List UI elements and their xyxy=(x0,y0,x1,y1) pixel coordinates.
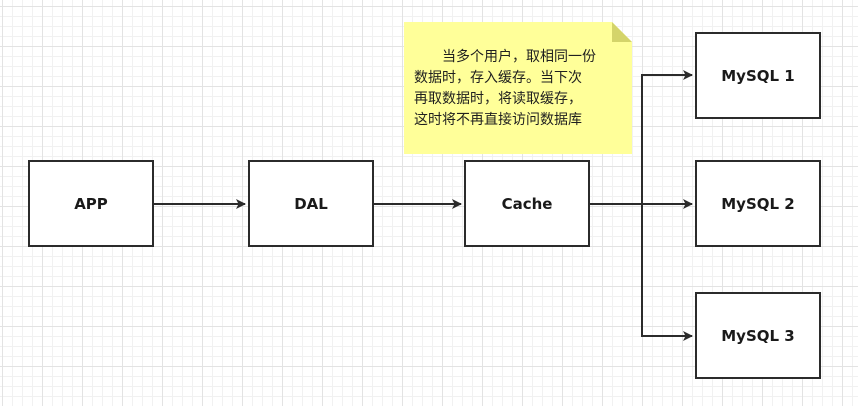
node-mysql-2-label: MySQL 2 xyxy=(721,194,795,213)
node-dal[interactable]: DAL xyxy=(248,160,374,247)
note-line: 这时将不再直接访问数据库 xyxy=(414,112,582,128)
node-mysql-1[interactable]: MySQL 1 xyxy=(695,32,821,119)
node-cache[interactable]: Cache xyxy=(464,160,590,247)
node-dal-label: DAL xyxy=(294,194,328,213)
note-line: 当多个用户，取相同一份 xyxy=(442,49,596,65)
sticky-note[interactable]: 当多个用户，取相同一份 数据时，存入缓存。当下次 再取数据时，将读取缓存， 这时… xyxy=(404,22,632,154)
node-cache-label: Cache xyxy=(501,194,553,213)
diagram-canvas: APP DAL Cache MySQL 1 MySQL 2 MySQL 3 当多… xyxy=(0,0,858,406)
node-app[interactable]: APP xyxy=(28,160,154,247)
node-mysql-2[interactable]: MySQL 2 xyxy=(695,160,821,247)
note-line: 再取数据时，将读取缓存， xyxy=(414,91,582,107)
node-app-label: APP xyxy=(74,194,108,213)
note-line: 数据时，存入缓存。当下次 xyxy=(414,70,582,86)
edge-cache-mysql3 xyxy=(590,203,693,341)
node-mysql-1-label: MySQL 1 xyxy=(721,66,795,85)
sticky-note-text: 当多个用户，取相同一份 数据时，存入缓存。当下次 再取数据时，将读取缓存， 这时… xyxy=(414,47,626,131)
node-mysql-3-label: MySQL 3 xyxy=(721,326,795,345)
node-mysql-3[interactable]: MySQL 3 xyxy=(695,292,821,379)
